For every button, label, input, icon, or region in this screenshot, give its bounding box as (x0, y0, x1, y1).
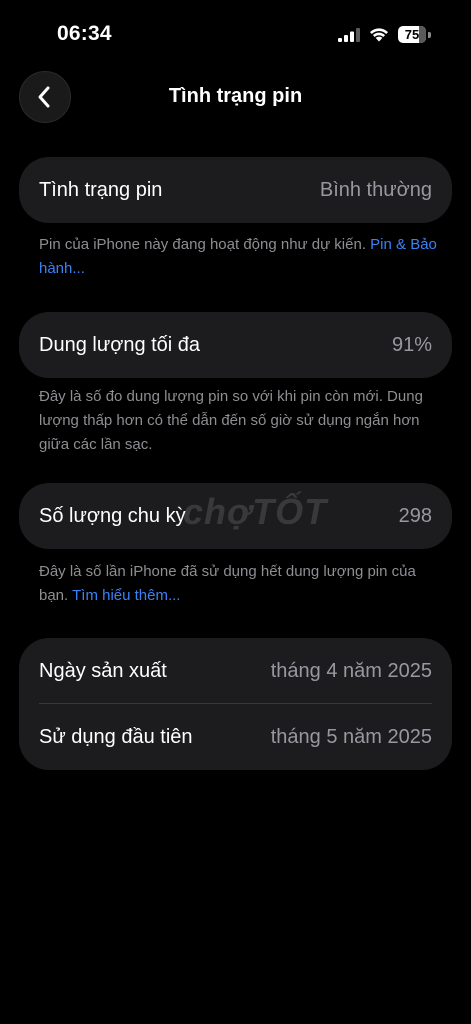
battery-health-footnote: Pin của iPhone này đang hoạt động như dự… (39, 233, 439, 281)
learn-more-link[interactable]: Tìm hiểu thêm... (72, 587, 180, 604)
status-time: 06:34 (57, 22, 112, 45)
cellular-signal-icon (338, 28, 360, 42)
battery-cap (428, 32, 431, 38)
maximum-capacity-value: 91% (391, 334, 432, 356)
battery-health-value: Bình thường (319, 179, 432, 201)
first-use-label: Sử dụng đầu tiên (39, 726, 193, 748)
battery-health-row[interactable]: Tình trạng pin Bình thường (19, 157, 452, 223)
battery-health-footnote-text: Pin của iPhone này đang hoạt động như dự… (39, 236, 366, 253)
first-use-row: Sử dụng đầu tiên tháng 5 năm 2025 (19, 704, 452, 770)
manufacture-date-value: tháng 4 năm 2025 (270, 660, 432, 682)
maximum-capacity-row: Dung lượng tối đa 91% (19, 312, 452, 378)
cycle-count-label: Số lượng chu kỳ (39, 505, 186, 527)
battery-health-card[interactable]: Tình trạng pin Bình thường (19, 157, 452, 223)
maximum-capacity-footnote: Đây là số đo dung lượng pin so với khi p… (39, 388, 423, 453)
battery-icon: 75 (398, 26, 432, 43)
battery-health-label: Tình trạng pin (39, 179, 163, 201)
dates-card: Ngày sản xuất tháng 4 năm 2025 Sử dụng đ… (19, 638, 452, 770)
cycle-count-row: Số lượng chu kỳ 298 (19, 483, 452, 549)
wifi-icon (370, 28, 388, 42)
battery-level: 75 (404, 27, 420, 42)
status-bar: 06:34 75 (0, 0, 471, 70)
manufacture-date-label: Ngày sản xuất (39, 660, 167, 682)
maximum-capacity-card: Dung lượng tối đa 91% (19, 312, 452, 378)
page-title: Tình trạng pin (168, 85, 303, 107)
cycle-count-card: Số lượng chu kỳ 298 (19, 483, 452, 549)
first-use-value: tháng 5 năm 2025 (270, 726, 432, 748)
maximum-capacity-label: Dung lượng tối đa (39, 334, 201, 356)
cycle-count-value: 298 (398, 505, 432, 527)
manufacture-date-row: Ngày sản xuất tháng 4 năm 2025 (19, 638, 452, 704)
battery-body: 75 (398, 26, 426, 43)
cycle-count-footnote: Đây là số lần iPhone đã sử dụng hết dung… (39, 560, 439, 608)
